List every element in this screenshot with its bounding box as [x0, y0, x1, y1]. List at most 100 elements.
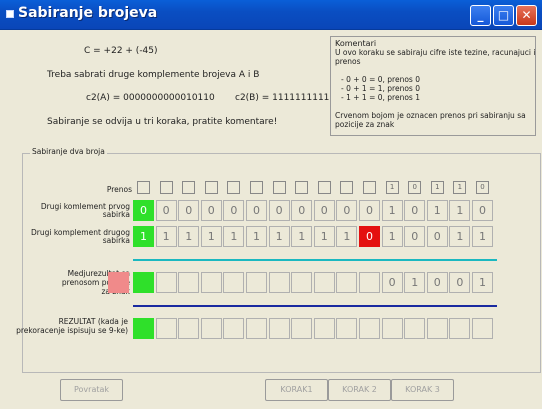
row1-bit: 0	[472, 200, 493, 221]
carry-box	[250, 181, 263, 194]
intermediate-bit	[178, 272, 200, 293]
equation: C = +22 + (-45)	[84, 46, 158, 56]
intermediate-bit	[133, 272, 154, 293]
row1-bit: 0	[313, 200, 335, 221]
result-bit	[133, 318, 154, 339]
blue-divider	[133, 305, 497, 307]
maximize-icon: □	[497, 8, 510, 22]
carry-box: 1	[453, 181, 467, 194]
result-bit	[200, 318, 222, 339]
row2-bit: 1	[155, 226, 177, 247]
comment-line: U ovo koraku se sabiraju cifre iste tezi…	[335, 48, 536, 57]
comment-line: - 1 + 1 = 0, prenos 1	[341, 93, 420, 102]
row2-bit: 1	[291, 226, 313, 247]
row1-bit: 0	[133, 200, 154, 221]
row1-bit: 1	[426, 200, 448, 221]
row1-bit: 0	[404, 200, 426, 221]
addition-group-title: Sabiranje dva broja	[30, 147, 107, 156]
minimize-icon: _	[477, 8, 484, 22]
intermediate-bit: 0	[426, 272, 448, 293]
result-bit	[336, 318, 358, 339]
comment-line: Crvenom bojom je oznacen prenos pri sabi…	[335, 111, 526, 120]
intermediate-bit	[359, 272, 380, 293]
intermediate-bit	[313, 272, 335, 293]
result-bit	[155, 318, 177, 339]
result-bit	[426, 318, 448, 339]
comment-line	[335, 102, 531, 111]
result-bit	[449, 318, 471, 339]
row1-bit: 0	[268, 200, 290, 221]
step1-button[interactable]: KORAK1	[265, 379, 328, 401]
intermediate-bit: 0	[381, 272, 403, 293]
row1-bit: 0	[200, 200, 222, 221]
intermediate-bit	[155, 272, 177, 293]
teal-divider	[133, 259, 497, 261]
back-button[interactable]: Povratak	[60, 379, 123, 401]
row2-bit: 1	[268, 226, 290, 247]
carry-label: Prenos	[106, 185, 132, 194]
result-bit	[178, 318, 200, 339]
carry-box: 1	[430, 181, 444, 194]
carry-box	[182, 181, 196, 194]
result-bit	[381, 318, 403, 339]
row1-bit: 1	[381, 200, 403, 221]
row1-bit: 0	[155, 200, 177, 221]
close-icon: ✕	[521, 8, 532, 22]
result-bit	[268, 318, 290, 339]
row2-bit: 1	[200, 226, 222, 247]
intermediate-bit: 1	[472, 272, 493, 293]
intermediate-bit	[246, 272, 267, 293]
result-bit	[472, 318, 493, 339]
step3-button[interactable]: KORAK 3	[391, 379, 454, 401]
title-bar: Sabiranje brojeva _ □ ✕	[0, 0, 542, 30]
row2-bit: 0	[426, 226, 448, 247]
row2-bit: 1	[336, 226, 358, 247]
comment-line	[335, 66, 531, 75]
row1-bit: 0	[223, 200, 245, 221]
row2-bit: 1	[472, 226, 493, 247]
row2-bit: 0	[404, 226, 426, 247]
maximize-button[interactable]: □	[493, 5, 514, 26]
result-bit	[246, 318, 267, 339]
comments-body: U ovo koraku se sabiraju cifre iste tezi…	[335, 48, 536, 129]
intermediate-bit	[223, 272, 245, 293]
row1-bit: 1	[449, 200, 471, 221]
carry-box	[137, 181, 150, 194]
carry-box	[272, 181, 286, 194]
minimize-button[interactable]: _	[470, 5, 491, 26]
complement-a: c2(A) = 0000000000010110	[86, 93, 215, 103]
row2-bit: 1	[133, 226, 154, 247]
carry-box	[317, 181, 331, 194]
row2-bit: 1	[223, 226, 245, 247]
carry-box	[159, 181, 173, 194]
close-button[interactable]: ✕	[516, 5, 537, 26]
intermediate-bit	[200, 272, 222, 293]
row1-bit: 0	[246, 200, 267, 221]
instruction-text: Treba sabrati druge komplemente brojeva …	[47, 70, 260, 80]
intermediate-bit	[268, 272, 290, 293]
comment-line: pozicije za znak	[335, 120, 395, 129]
carry-box	[227, 181, 241, 194]
step2-button[interactable]: KORAK 2	[328, 379, 391, 401]
result-bit	[359, 318, 380, 339]
steps-note: Sabiranje se odvija u tri koraka, pratit…	[47, 117, 278, 127]
row1-label-line2: sabirka	[102, 210, 130, 219]
comment-line: - 0 + 1 = 1, prenos 0	[341, 84, 420, 93]
row2-bit: 0	[359, 226, 380, 247]
row1-bit: 0	[336, 200, 358, 221]
carry-box: 0	[476, 181, 489, 194]
row2-bit: 1	[313, 226, 335, 247]
carry-box	[295, 181, 309, 194]
row1-bit: 0	[359, 200, 380, 221]
comments-panel: Komentari U ovo koraku se sabiraju cifre…	[330, 36, 536, 136]
result-label-line2: prekoracenje ispisuju se 9-ke)	[16, 326, 128, 335]
result-bit	[404, 318, 426, 339]
result-bit	[223, 318, 245, 339]
row2-bit: 1	[246, 226, 267, 247]
carry-box: 1	[385, 181, 399, 194]
intermediate-bit: 1	[404, 272, 426, 293]
row2-bit: 1	[381, 226, 403, 247]
intermediate-bit	[291, 272, 313, 293]
comment-line: - 0 + 0 = 0, prenos 0	[341, 75, 420, 84]
comment-line: prenos	[335, 57, 361, 66]
